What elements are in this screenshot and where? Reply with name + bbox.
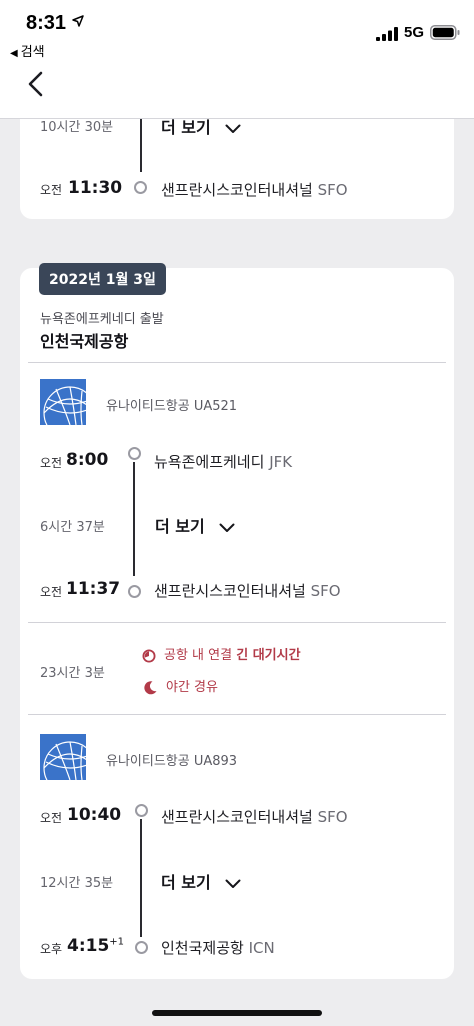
arrival-airport-code: ICN — [248, 939, 275, 957]
date-badge: 2022년 1월 3일 — [39, 263, 166, 295]
header: 8:31 ◀ 검색 5G — [0, 0, 474, 119]
home-indicator — [152, 1010, 322, 1016]
united-airlines-logo-icon — [40, 734, 86, 780]
status-time: 8:31 — [26, 12, 67, 34]
departure-label: 뉴욕존에프케네디 출발 — [40, 312, 164, 327]
departure-time: 10:40 — [67, 805, 122, 825]
journey-card: 2022년 1월 3일 뉴욕존에프케네디 출발 인천국제공항 유나이티드항공 U… — [20, 263, 454, 979]
divider — [28, 714, 446, 715]
departure-ampm: 오전 — [40, 456, 63, 470]
arrival-airport-code: SFO — [310, 582, 341, 600]
network-type: 5G — [404, 24, 425, 41]
cellular-signal-icon — [376, 27, 398, 41]
arrival-stop-marker — [128, 585, 141, 598]
arrival-stop-marker — [135, 941, 148, 954]
chevron-down-icon — [225, 124, 241, 133]
departure-airport: 뉴욕존에프케네디 JFK — [154, 451, 292, 472]
departure-ampm: 오전 — [40, 811, 63, 825]
layover-duration: 23시간 3분 — [40, 666, 105, 681]
overnight-layover-warning: 야간 경유 — [142, 676, 218, 696]
chevron-down-icon — [219, 523, 235, 532]
clock-alert-icon — [142, 649, 156, 662]
long-wait-warning: 공항 내 연결 긴 대기시간 — [142, 644, 301, 663]
arrival-airport: 샌프란시스코인터내셔널 SFO — [161, 179, 348, 200]
arrival-ampm: 오후 — [40, 942, 63, 956]
moon-icon — [144, 680, 157, 694]
arrival-airport-name: 인천국제공항 — [161, 939, 244, 957]
destination-title: 인천국제공항 — [40, 332, 129, 351]
more-button[interactable]: 더 보기 — [155, 513, 235, 537]
back-to-app-link[interactable]: ◀ 검색 — [10, 41, 45, 60]
flight-duration: 12시간 35분 — [40, 876, 114, 891]
divider — [28, 622, 446, 623]
departure-airport-name: 샌프란시스코인터내셔널 — [161, 808, 313, 826]
arrival-time: 11:37 — [66, 579, 121, 599]
departure-airport-name: 뉴욕존에프케네디 — [154, 453, 265, 471]
arrival-ampm: 오전 — [40, 183, 63, 197]
route-line — [133, 462, 135, 576]
departure-airport-code: SFO — [317, 808, 348, 826]
back-chevron-icon[interactable] — [26, 71, 46, 97]
arrival-airport-name: 샌프란시스코인터내셔널 — [161, 181, 313, 199]
back-app-label: 검색 — [20, 45, 45, 60]
arrival-airport-code: SFO — [317, 181, 348, 199]
battery-icon — [430, 25, 460, 40]
airline-flight-label: 유나이티드항공 UA521 — [106, 399, 238, 414]
warning-prefix: 공항 내 연결 — [164, 648, 233, 663]
arrival-stop-marker — [134, 181, 147, 194]
arrival-time: 4:15+1 — [67, 936, 124, 956]
location-arrow-icon — [72, 15, 84, 27]
flight-duration: 6시간 37분 — [40, 520, 105, 535]
warning-bold: 긴 대기시간 — [236, 648, 301, 663]
divider — [28, 362, 446, 363]
airline-flight-label: 유나이티드항공 UA893 — [106, 754, 238, 769]
departure-stop-marker — [128, 447, 141, 460]
arrival-airport: 인천국제공항 ICN — [161, 937, 275, 958]
arrival-airport-name: 샌프란시스코인터내셔널 — [154, 582, 306, 600]
arrival-ampm: 오전 — [40, 585, 63, 599]
departure-stop-marker — [135, 804, 148, 817]
more-label: 더 보기 — [155, 517, 205, 536]
overnight-label: 야간 경유 — [166, 680, 218, 695]
more-button[interactable]: 더 보기 — [161, 869, 241, 893]
united-airlines-logo-icon — [40, 379, 86, 425]
route-line — [140, 819, 142, 937]
back-triangle-icon: ◀ — [10, 48, 18, 59]
arrival-airport: 샌프란시스코인터내셔널 SFO — [154, 580, 341, 601]
more-label: 더 보기 — [161, 118, 211, 137]
departure-airport-code: JFK — [269, 453, 293, 471]
chevron-down-icon — [225, 879, 241, 888]
day-offset: +1 — [109, 936, 125, 948]
departure-time: 8:00 — [66, 450, 109, 470]
arrival-time: 11:30 — [68, 178, 123, 198]
departure-airport: 샌프란시스코인터내셔널 SFO — [161, 806, 348, 827]
more-label: 더 보기 — [161, 873, 211, 892]
arrival-time-value: 4:15 — [67, 936, 110, 956]
